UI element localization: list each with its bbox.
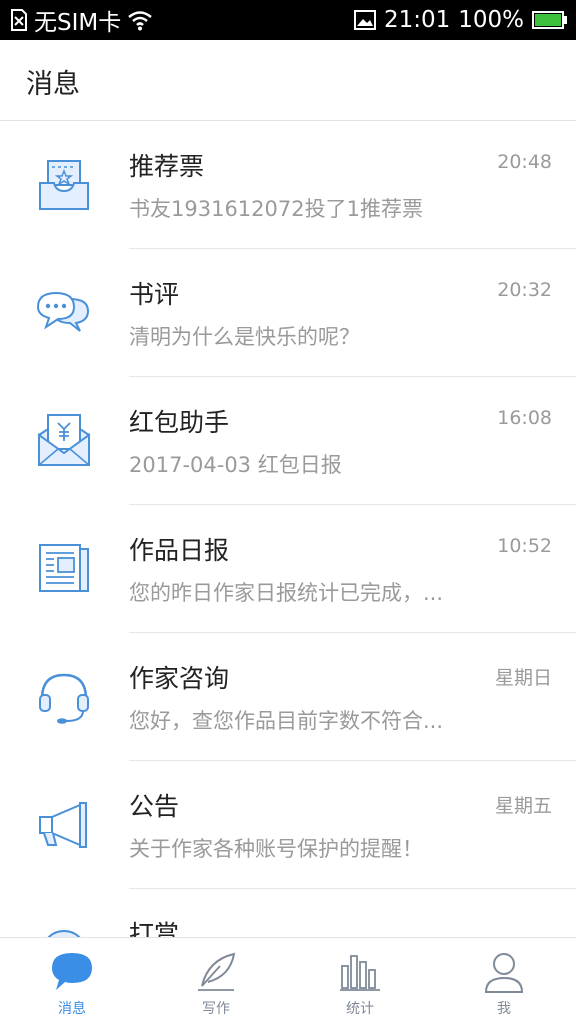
tab-messages[interactable]: 消息 xyxy=(0,938,144,1024)
status-right: 21:01 100% xyxy=(353,0,568,40)
tab-label: 消息 xyxy=(58,1001,86,1017)
status-bar: 无SIM卡 21:01 100% xyxy=(0,0,576,40)
headset-icon xyxy=(36,669,92,725)
message-item-works-daily[interactable]: 作品日报 10:52 您的昨日作家日报统计已完成，... xyxy=(0,505,576,633)
reward-icon xyxy=(36,925,92,937)
battery-icon xyxy=(532,10,568,30)
tab-label: 我 xyxy=(497,1001,511,1017)
image-notification-icon xyxy=(353,10,376,30)
message-item-writer-consult[interactable]: 作家咨询 星期日 您好，查您作品目前字数不符合... xyxy=(0,633,576,761)
red-envelope-icon xyxy=(36,413,92,469)
message-time: 16:08 xyxy=(497,407,552,429)
bottom-tab-bar: 消息 写作 统计 我 xyxy=(0,937,576,1024)
message-item-red-envelope[interactable]: 红包助手 16:08 2017-04-03 红包日报 xyxy=(0,377,576,505)
tab-label: 写作 xyxy=(202,1001,230,1017)
tab-me[interactable]: 我 xyxy=(432,938,576,1024)
ticket-icon xyxy=(36,157,92,213)
battery-percent: 100% xyxy=(458,7,524,33)
message-preview: 2017-04-03 红包日报 xyxy=(129,453,342,477)
message-title: 公告 xyxy=(129,792,180,821)
message-preview: 书友1931612072投了1推荐票 xyxy=(129,197,423,221)
message-title: 打赏 xyxy=(129,920,180,937)
message-time: 10:52 xyxy=(497,535,552,557)
message-bubble-icon xyxy=(50,950,94,994)
message-preview: 您的昨日作家日报统计已完成，... xyxy=(129,581,444,605)
chat-bubbles-icon xyxy=(36,285,92,341)
clock: 21:01 xyxy=(383,7,451,33)
wifi-icon xyxy=(127,9,153,31)
message-list[interactable]: 推荐票 20:48 书友1931612072投了1推荐票 书评 20:32 清明… xyxy=(0,121,576,937)
tab-label: 统计 xyxy=(346,1001,374,1017)
tab-statistics[interactable]: 统计 xyxy=(288,938,432,1024)
message-time: 星期五 xyxy=(494,795,552,817)
message-time: 20:48 xyxy=(497,151,552,173)
message-item-recommend-ticket[interactable]: 推荐票 20:48 书友1931612072投了1推荐票 xyxy=(0,121,576,249)
message-title: 书评 xyxy=(129,280,180,309)
message-title: 推荐票 xyxy=(129,152,205,181)
newspaper-icon xyxy=(36,541,92,597)
message-item-announcement[interactable]: 公告 星期五 关于作家各种账号保护的提醒！ xyxy=(0,761,576,889)
message-item-book-review[interactable]: 书评 20:32 清明为什么是快乐的呢？ xyxy=(0,249,576,377)
tab-writing[interactable]: 写作 xyxy=(144,938,288,1024)
sim-status-text: 无SIM卡 xyxy=(34,10,122,36)
message-title: 红包助手 xyxy=(129,408,230,437)
person-icon xyxy=(482,950,526,994)
message-item-reward[interactable]: 打赏 xyxy=(0,889,576,937)
message-preview: 关于作家各种账号保护的提醒！ xyxy=(129,837,423,861)
message-time: 星期日 xyxy=(494,667,552,689)
no-sim-icon xyxy=(10,9,28,31)
message-preview: 您好，查您作品目前字数不符合... xyxy=(129,709,444,733)
message-title: 作品日报 xyxy=(129,536,230,565)
status-left: 无SIM卡 xyxy=(10,0,153,40)
page-title: 消息 xyxy=(26,69,80,100)
message-preview: 清明为什么是快乐的呢？ xyxy=(129,325,360,349)
message-time: 20:32 xyxy=(497,279,552,301)
megaphone-icon xyxy=(36,797,92,853)
header-bar: 消息 xyxy=(0,40,576,121)
message-title: 作家咨询 xyxy=(129,664,230,693)
quill-icon xyxy=(194,950,238,994)
bar-chart-icon xyxy=(338,950,382,994)
